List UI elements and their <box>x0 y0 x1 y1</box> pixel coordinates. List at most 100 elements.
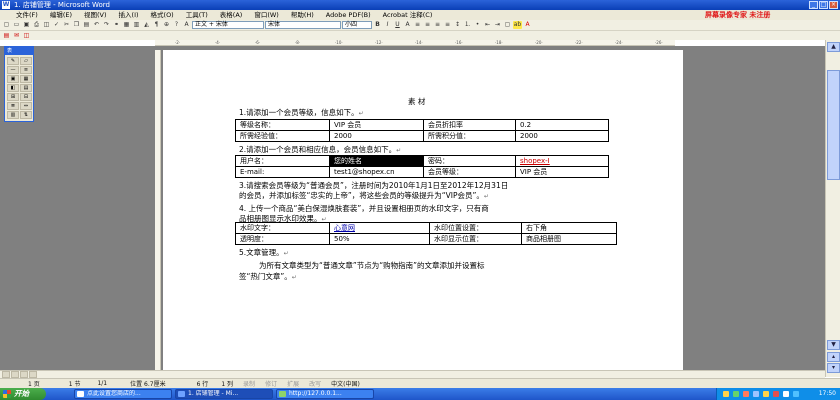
split-cells-icon[interactable]: ⊟ <box>20 93 32 101</box>
table-cell[interactable]: shopex-I <box>515 155 609 167</box>
tray-icon[interactable] <box>753 391 759 397</box>
table-cell[interactable]: E-mail: <box>235 166 330 178</box>
hyperlink-icon[interactable]: ⚭ <box>112 21 121 29</box>
print-view-icon[interactable] <box>20 371 28 378</box>
menu-format[interactable]: 格式(O) <box>145 10 180 20</box>
maximize-button[interactable]: □ <box>819 1 828 9</box>
vertical-scrollbar[interactable]: ▲ ▼ ▴ ▾ <box>825 40 840 377</box>
next-page-icon[interactable]: ▾ <box>827 363 840 373</box>
highlight-icon[interactable]: ab <box>513 21 522 29</box>
menu-acrobat-comments[interactable]: Acrobat 注释(C) <box>377 10 439 20</box>
menu-edit[interactable]: 编辑(E) <box>44 10 78 20</box>
tray-icon[interactable] <box>723 391 729 397</box>
network-icon[interactable] <box>793 391 799 397</box>
border-icon[interactable]: ▦ <box>20 75 32 83</box>
table-cell[interactable]: 会员折扣率 <box>423 119 516 131</box>
bold-icon[interactable]: B <box>373 21 382 29</box>
taskbar-item-browser[interactable]: http://127.0.0.1... <box>276 389 374 399</box>
border-color-icon[interactable]: ▣ <box>7 75 19 83</box>
drawing-icon[interactable]: ◭ <box>142 21 151 29</box>
align-center-icon[interactable]: ≡ <box>423 21 432 29</box>
table-cell[interactable]: 0.2 <box>515 119 609 131</box>
spell-icon[interactable]: ✓ <box>52 21 61 29</box>
table-cell[interactable]: 水印位置设置： <box>429 222 522 234</box>
autoformat-icon[interactable]: ▥ <box>7 111 19 119</box>
outdent-icon[interactable]: ⇤ <box>483 21 492 29</box>
font-select[interactable]: 宋体 <box>265 21 341 29</box>
align-cell-icon[interactable]: ≣ <box>7 102 19 110</box>
menu-view[interactable]: 视图(V) <box>78 10 113 20</box>
font-color-icon[interactable]: A <box>523 21 532 29</box>
menu-adobe-pdf[interactable]: Adobe PDF(B) <box>320 10 377 20</box>
columns-icon[interactable]: ▥ <box>132 21 141 29</box>
line-style-icon[interactable]: — <box>7 66 19 74</box>
status-ovr[interactable]: 改写 <box>304 379 326 388</box>
table-cell[interactable]: 商品相册图 <box>521 233 617 245</box>
horizontal-ruler[interactable]: ·2· ·4· ·6· ·8· ·10· ·12· ·14· ·16· ·18·… <box>155 40 675 46</box>
close-button[interactable]: × <box>829 1 838 9</box>
pdf-convert-icon[interactable]: ▤ <box>2 32 11 40</box>
pdf-review-icon[interactable]: ◫ <box>22 32 31 40</box>
bullets-icon[interactable]: • <box>473 21 482 29</box>
eraser-icon[interactable]: ▱ <box>20 57 32 65</box>
merge-cells-icon[interactable]: ⊞ <box>7 93 19 101</box>
insert-table-icon[interactable]: ▤ <box>20 84 32 92</box>
clock[interactable]: 17:50 <box>819 390 836 397</box>
undo-icon[interactable]: ↶ <box>92 21 101 29</box>
menu-help[interactable]: 帮助(H) <box>285 10 320 20</box>
new-icon[interactable]: ▢ <box>2 21 11 29</box>
size-select[interactable]: 小四 <box>342 21 372 29</box>
scroll-down-icon[interactable]: ▼ <box>827 340 840 350</box>
previous-page-icon[interactable]: ▴ <box>827 352 840 362</box>
table-cell[interactable]: 密码： <box>423 155 516 167</box>
table-cell[interactable]: 2000 <box>329 130 424 142</box>
table-cell[interactable]: 水印显示位置： <box>429 233 522 245</box>
open-icon[interactable]: ▭ <box>12 21 21 29</box>
tray-icon[interactable] <box>773 391 779 397</box>
indent-icon[interactable]: ⇥ <box>493 21 502 29</box>
save-icon[interactable]: ▣ <box>22 21 31 29</box>
document-page[interactable]: 素 材 1.请添加一个会员等级，信息如下。↵ 等级名称： VIP 会员 会员折扣… <box>163 50 683 377</box>
numbering-icon[interactable]: ⒈ <box>463 21 472 29</box>
copy-icon[interactable]: ❐ <box>72 21 81 29</box>
table-cell[interactable]: 所需积分值： <box>423 130 516 142</box>
menu-file[interactable]: 文件(F) <box>10 10 44 20</box>
style-select[interactable]: 正文 + 宋体 <box>192 21 264 29</box>
table-cell[interactable]: 水印文字： <box>235 222 330 234</box>
start-button[interactable]: 开始 <box>0 388 46 400</box>
tray-icon[interactable] <box>743 391 749 397</box>
word-app-icon[interactable]: W <box>2 1 10 9</box>
outline-view-icon[interactable] <box>29 371 37 378</box>
sort-icon[interactable]: ⇅ <box>20 111 32 119</box>
minimize-button[interactable]: _ <box>809 1 818 9</box>
horizontal-scrollbar[interactable] <box>0 370 825 378</box>
cut-icon[interactable]: ✂ <box>62 21 71 29</box>
menu-window[interactable]: 窗口(W) <box>248 10 285 20</box>
table-cell[interactable]: 右下角 <box>521 222 617 234</box>
table-cell-selected[interactable]: 您的姓名 <box>329 155 424 167</box>
align-right-icon[interactable]: ≡ <box>433 21 442 29</box>
normal-view-icon[interactable] <box>2 371 10 378</box>
outside-border-icon[interactable]: ▢ <box>503 21 512 29</box>
line-weight-icon[interactable]: ≡ <box>20 66 32 74</box>
show-hide-icon[interactable]: ¶ <box>152 21 161 29</box>
status-rec[interactable]: 录制 <box>238 379 260 388</box>
table-cell[interactable]: VIP 会员 <box>515 166 609 178</box>
vertical-ruler[interactable] <box>155 50 161 375</box>
menu-insert[interactable]: 插入(I) <box>113 10 145 20</box>
distribute-icon[interactable]: ⇔ <box>20 102 32 110</box>
paste-icon[interactable]: ▤ <box>82 21 91 29</box>
styles-pane-icon[interactable]: A <box>182 21 191 29</box>
table-cell[interactable]: 2000 <box>515 130 609 142</box>
italic-icon[interactable]: I <box>383 21 392 29</box>
table-cell[interactable]: 等级名称： <box>235 119 330 131</box>
status-language[interactable]: 中文(中国) <box>326 379 365 388</box>
zoom-icon[interactable]: ⊕ <box>162 21 171 29</box>
shading-icon[interactable]: ◧ <box>7 84 19 92</box>
table-cell[interactable]: 所需经验值： <box>235 130 330 142</box>
table-cell[interactable]: 用户名： <box>235 155 330 167</box>
status-trk[interactable]: 修订 <box>260 379 282 388</box>
volume-icon[interactable] <box>783 391 789 397</box>
preview-icon[interactable]: ◫ <box>42 21 51 29</box>
table-cell[interactable]: VIP 会员 <box>329 119 424 131</box>
